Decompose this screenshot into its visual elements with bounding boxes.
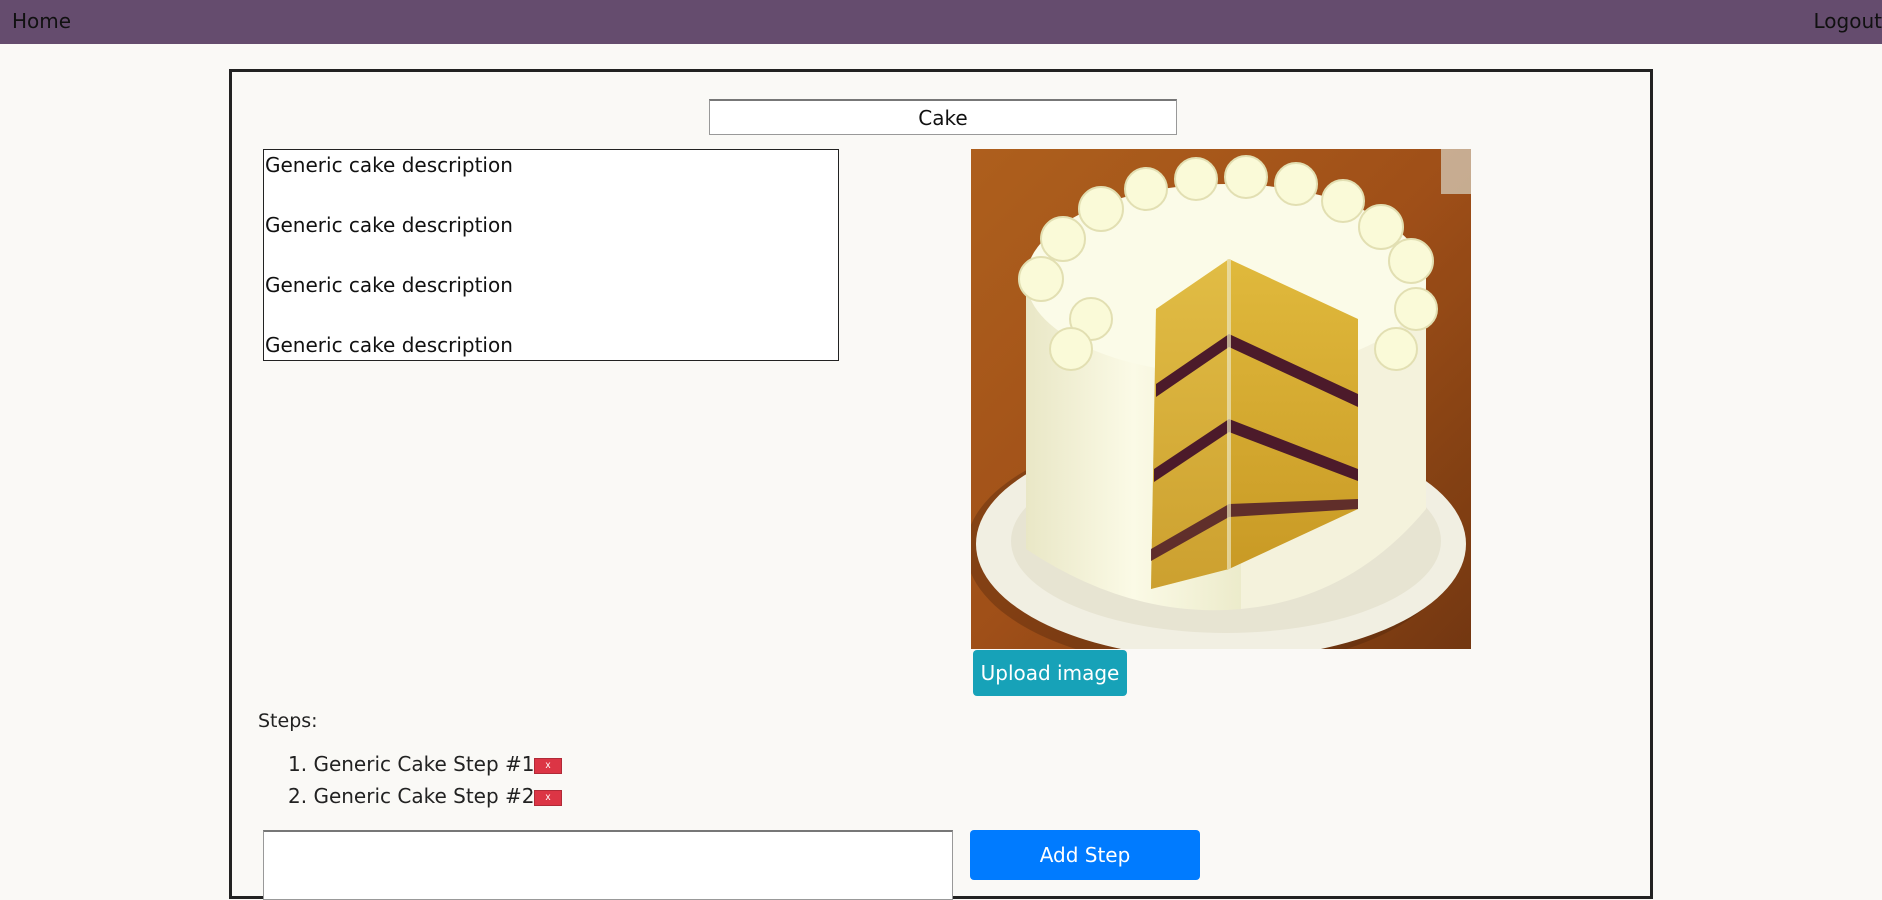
remove-step-button[interactable]: x — [534, 758, 562, 774]
recipe-card: Generic cake description Generic cake de… — [229, 69, 1653, 900]
upload-image-button[interactable]: Upload image — [973, 650, 1127, 696]
recipe-title-input[interactable] — [709, 99, 1177, 135]
step-number: 2. — [288, 784, 308, 808]
steps-label: Steps: — [258, 710, 318, 732]
recipe-image — [971, 149, 1471, 649]
description-line: Generic cake description — [265, 153, 513, 177]
description-line: Generic cake description — [265, 213, 513, 237]
step-text: Generic Cake Step #1 — [313, 752, 535, 776]
step-text: Generic Cake Step #2 — [313, 784, 535, 808]
home-link[interactable]: Home — [12, 0, 71, 44]
description-line: Generic cake description — [265, 273, 513, 297]
add-step-button[interactable]: Add Step — [970, 830, 1200, 880]
top-navbar: Home Logout — [0, 0, 1882, 44]
logout-link[interactable]: Logout — [1814, 0, 1882, 44]
new-step-input[interactable] — [263, 830, 953, 900]
step-list-item: 2. Generic Cake Step #2 — [288, 784, 535, 808]
description-line: Generic cake description — [265, 333, 513, 357]
remove-step-button[interactable]: x — [534, 790, 562, 806]
step-list-item: 1. Generic Cake Step #1 — [288, 752, 535, 776]
step-number: 1. — [288, 752, 308, 776]
recipe-description-box[interactable]: Generic cake description Generic cake de… — [263, 149, 839, 361]
